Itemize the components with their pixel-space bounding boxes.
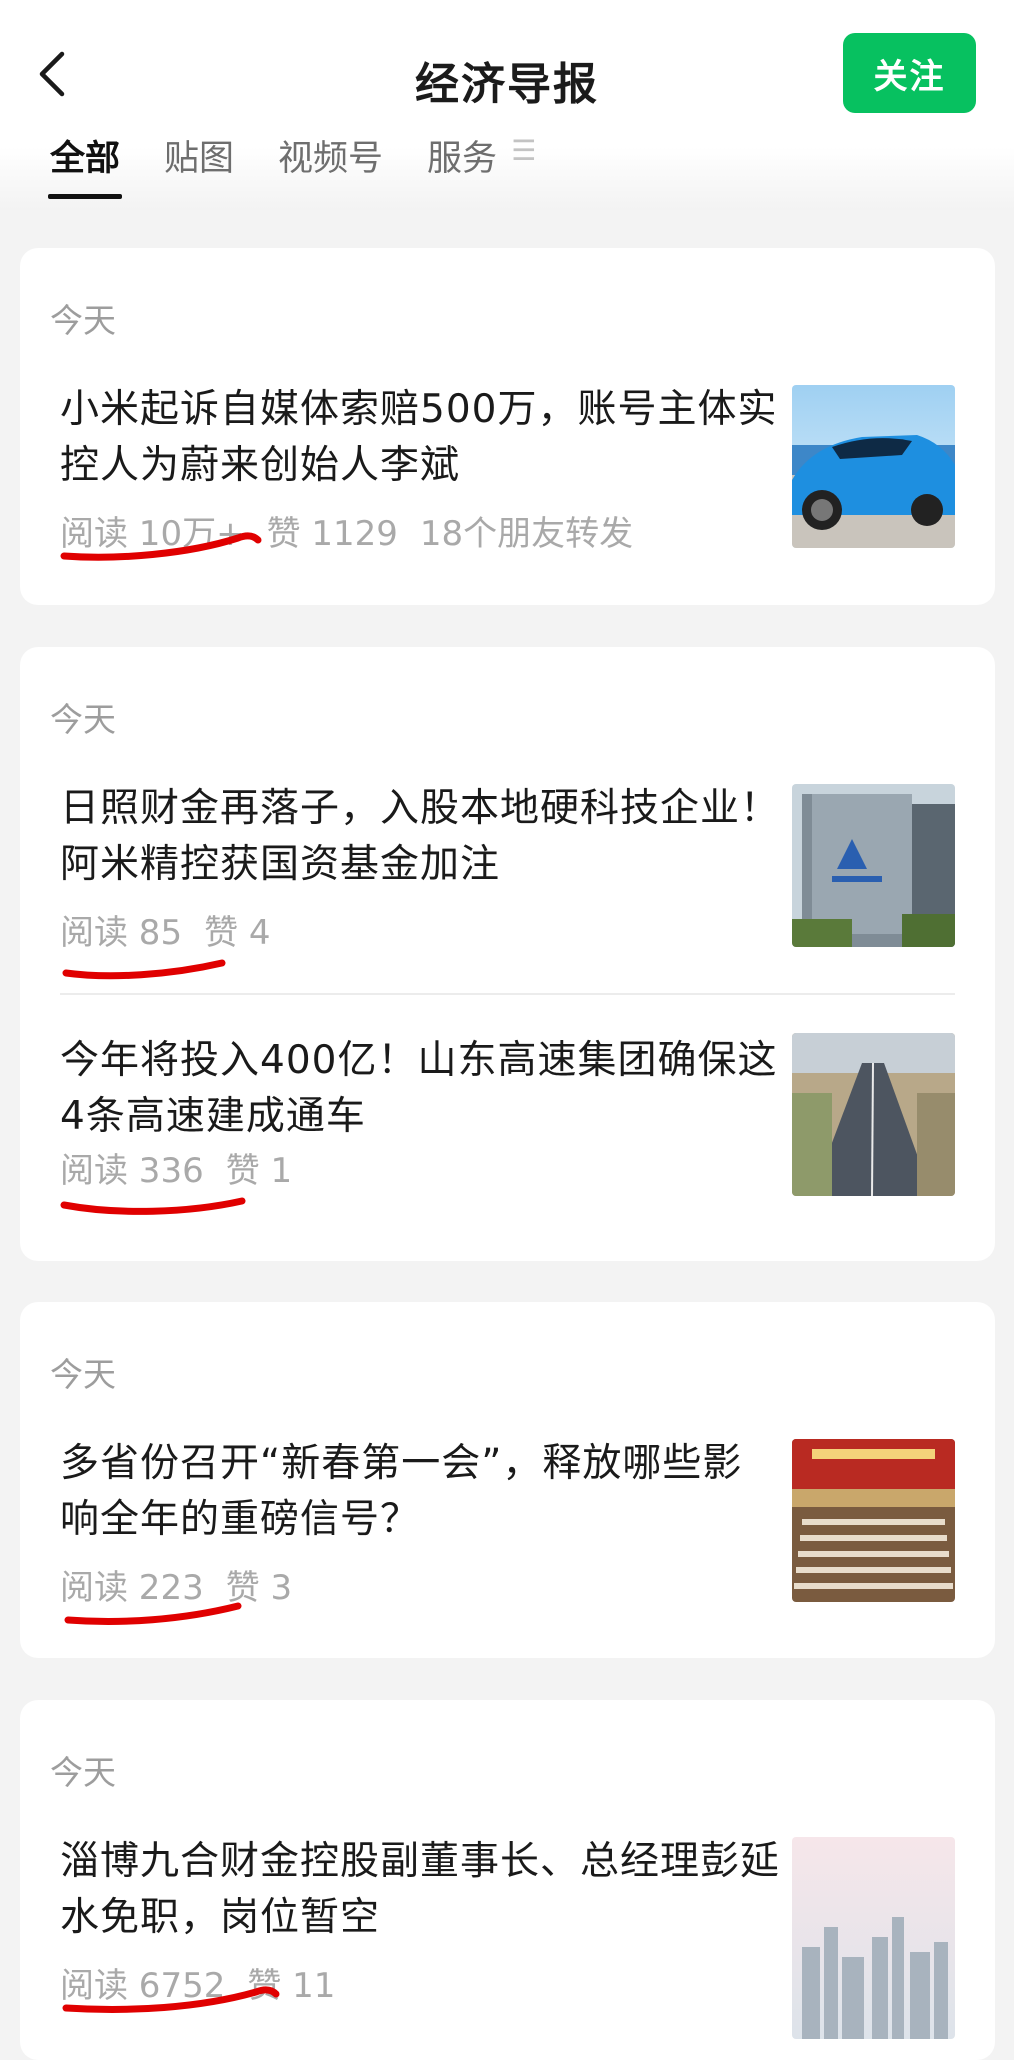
tab-pictures[interactable]: 贴图 xyxy=(164,130,234,195)
follow-button[interactable]: 关注 xyxy=(843,33,976,113)
top-bar: 经济导报 关注 全部 贴图 视频号 服务 ☰ xyxy=(0,0,1014,210)
article-thumbnail[interactable] xyxy=(792,1439,955,1602)
article-headline[interactable]: 日照财金再落子，入股本地硬科技企业！阿米精控获国资基金加注 xyxy=(60,781,780,893)
article-headline[interactable]: 多省份召开“新春第一会”，释放哪些影响全年的重磅信号？ xyxy=(60,1436,780,1548)
article-thumbnail[interactable] xyxy=(792,385,955,548)
tab-channels[interactable]: 视频号 xyxy=(278,130,383,195)
article-item[interactable]: 日照财金再落子，入股本地硬科技企业！阿米精控获国资基金加注 阅读 85 赞 4 xyxy=(20,647,995,993)
article-headline[interactable]: 淄博九合财金控股副董事长、总经理彭延水免职，岗位暂空 xyxy=(60,1834,780,1946)
skyline-image xyxy=(792,1837,955,2039)
conference-image xyxy=(792,1439,955,1602)
tab-services[interactable]: 服务 xyxy=(427,130,497,195)
article-group-card: 今天 日照财金再落子，入股本地硬科技企业！阿米精控获国资基金加注 阅读 85 赞… xyxy=(20,647,995,1261)
article-item[interactable]: 今年将投入400亿！山东高速集团确保这4条高速建成通车 阅读 336 赞 1 xyxy=(20,993,995,1261)
article-group-card: 今天 淄博九合财金控股副董事长、总经理彭延水免职，岗位暂空 阅读 6752 赞 … xyxy=(20,1700,995,2060)
share-count: 18个朋友转发 xyxy=(419,514,634,554)
building-image xyxy=(792,784,955,947)
article-item[interactable]: 多省份召开“新春第一会”，释放哪些影响全年的重磅信号？ 阅读 223 赞 3 xyxy=(20,1302,995,1658)
menu-icon[interactable]: ☰ xyxy=(511,134,536,195)
red-underline-annotation xyxy=(60,1197,246,1215)
article-thumbnail[interactable] xyxy=(792,1837,955,2039)
article-group-card: 今天 小米起诉自媒体索赔500万，账号主体实控人为蔚来创始人李斌 阅读 10万+… xyxy=(20,248,995,605)
red-underline-annotation xyxy=(60,532,262,561)
like-count: 赞 1129 xyxy=(266,514,398,554)
highway-image xyxy=(792,1033,955,1196)
article-thumbnail[interactable] xyxy=(792,1033,955,1196)
article-thumbnail[interactable] xyxy=(792,784,955,947)
tab-bar: 全部 贴图 视频号 服务 ☰ xyxy=(47,130,536,199)
article-item[interactable]: 小米起诉自媒体索赔500万，账号主体实控人为蔚来创始人李斌 阅读 10万+ 赞 … xyxy=(20,248,995,605)
car-image xyxy=(792,385,955,548)
red-underline-annotation xyxy=(62,1986,280,2013)
red-underline-annotation xyxy=(62,959,226,980)
article-headline[interactable]: 小米起诉自媒体索赔500万，账号主体实控人为蔚来创始人李斌 xyxy=(60,382,780,494)
article-group-card: 今天 多省份召开“新春第一会”，释放哪些影响全年的重磅信号？ 阅读 223 赞 … xyxy=(20,1302,995,1658)
article-item[interactable]: 淄博九合财金控股副董事长、总经理彭延水免职，岗位暂空 阅读 6752 赞 11 xyxy=(20,1700,995,2039)
article-headline[interactable]: 今年将投入400亿！山东高速集团确保这4条高速建成通车 xyxy=(60,1033,780,1145)
tab-all[interactable]: 全部 xyxy=(47,130,123,199)
red-underline-annotation xyxy=(64,1602,242,1625)
